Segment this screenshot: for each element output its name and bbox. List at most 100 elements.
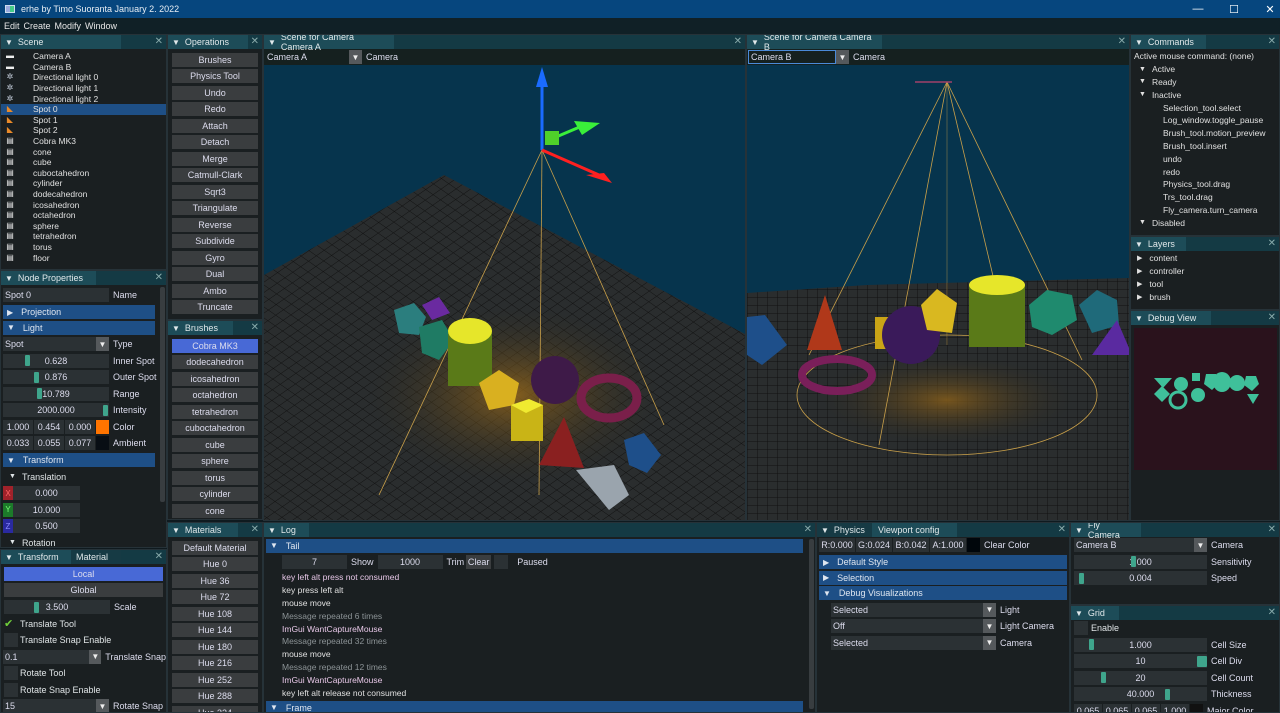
ops-button[interactable]: Dual: [172, 267, 258, 281]
ops-button[interactable]: Triangulate: [172, 201, 258, 215]
scene-item[interactable]: ▤ cube: [1, 157, 166, 168]
clear-color-a[interactable]: A:1.000: [930, 538, 966, 553]
command-item[interactable]: Brush_tool.insert: [1134, 140, 1279, 153]
close-icon[interactable]: ✕: [1268, 237, 1276, 251]
clear-button[interactable]: Clear: [466, 555, 492, 570]
brush-button[interactable]: Cobra MK3: [172, 338, 258, 353]
close-icon[interactable]: ✕: [1118, 35, 1126, 49]
brush-button[interactable]: cone: [172, 503, 258, 518]
command-item[interactable]: redo: [1134, 165, 1279, 178]
scene-item[interactable]: ✲ Directional light 2: [1, 93, 166, 104]
slider-grab[interactable]: [1165, 688, 1170, 700]
mat-button[interactable]: Hue 144: [172, 623, 258, 637]
scene-item[interactable]: ✲ Directional light 1: [1, 83, 166, 94]
ambient-g-input[interactable]: 0.055: [34, 436, 64, 451]
fly-camera-select[interactable]: Camera B: [1074, 538, 1194, 553]
light-type-select[interactable]: Spot: [3, 337, 96, 352]
color-swatch[interactable]: [96, 419, 109, 434]
translate-snap-select[interactable]: 0.1: [3, 649, 90, 664]
collapse-icon[interactable]: ▼: [172, 526, 180, 535]
mat-button[interactable]: Hue 180: [172, 639, 258, 654]
ops-button[interactable]: Attach: [172, 118, 258, 133]
ambient-b-input[interactable]: 0.077: [65, 436, 95, 451]
ops-button[interactable]: Subdivide: [172, 234, 258, 248]
transform-gizmo[interactable]: [536, 67, 612, 183]
speed-slider[interactable]: 0.004: [1074, 571, 1207, 586]
global-button[interactable]: Global: [4, 583, 163, 597]
cell-div-slider[interactable]: 10: [1074, 654, 1207, 669]
mat-button[interactable]: Hue 0: [172, 557, 258, 571]
command-item[interactable]: Selection_tool.select: [1134, 101, 1279, 114]
sensitivity-slider[interactable]: 1.000: [1074, 554, 1207, 569]
brush-button[interactable]: cuboctahedron: [172, 421, 258, 435]
slider-grab[interactable]: [1131, 556, 1136, 568]
cell-size-slider[interactable]: 1.000: [1074, 637, 1207, 652]
layer-item[interactable]: ▶ tool: [1137, 278, 1279, 291]
commands-group-active[interactable]: ▼ Active: [1134, 63, 1279, 76]
close-icon[interactable]: ✕: [251, 35, 259, 49]
grid-enable-checkbox[interactable]: [1074, 621, 1088, 636]
close-icon[interactable]: ✕: [804, 523, 812, 537]
color-b-input[interactable]: 0.000: [65, 419, 95, 434]
menu-create[interactable]: Create: [24, 21, 51, 31]
clear-color-b[interactable]: B:0.042: [893, 538, 929, 553]
slider-grab[interactable]: [1089, 639, 1094, 651]
scene-item[interactable]: ▤ icosahedron: [1, 199, 166, 210]
collapse-icon[interactable]: ▼: [1075, 609, 1083, 618]
transform-header[interactable]: ▼ Transform: [3, 453, 155, 467]
mat-button[interactable]: Hue 252: [172, 672, 258, 687]
scene-item[interactable]: ▤ cuboctahedron: [1, 168, 166, 179]
close-icon[interactable]: ✕: [251, 523, 259, 537]
scene-item[interactable]: ▤ floor: [1, 252, 166, 263]
log-tab[interactable]: ▼ Log: [264, 523, 309, 537]
close-icon[interactable]: ✕: [1268, 311, 1276, 325]
frame-header[interactable]: ▼ Frame: [266, 700, 803, 712]
brush-button[interactable]: cylinder: [172, 487, 258, 501]
local-button[interactable]: Local: [4, 567, 163, 581]
collapse-icon[interactable]: ▼: [1135, 38, 1143, 47]
major-color-swatch[interactable]: [1190, 703, 1203, 712]
rotate-snap-checkbox[interactable]: [4, 682, 18, 697]
name-input[interactable]: Spot 0: [3, 288, 109, 303]
brush-button[interactable]: cube: [172, 437, 258, 452]
mat-button[interactable]: Default Material: [172, 540, 258, 555]
clear-color-swatch[interactable]: [967, 538, 980, 553]
commands-group-inactive[interactable]: ▼ Inactive: [1134, 88, 1279, 101]
brush-button[interactable]: torus: [172, 470, 258, 485]
maximize-button[interactable]: ☐: [1214, 0, 1254, 18]
layers-tab[interactable]: ▼ Layers: [1131, 237, 1186, 251]
debug-visualizations-header[interactable]: ▼ Debug Visualizations: [819, 586, 1067, 600]
scene-item[interactable]: ▤ octahedron: [1, 210, 166, 221]
command-item[interactable]: undo: [1134, 152, 1279, 165]
clear-color-g[interactable]: G:0.024: [856, 538, 892, 553]
collapse-icon[interactable]: ▼: [1075, 526, 1083, 535]
menu-edit[interactable]: Edit: [4, 21, 20, 31]
command-item[interactable]: Brush_tool.motion_preview: [1134, 127, 1279, 140]
viewport-a-canvas[interactable]: [264, 65, 746, 521]
materials-tab[interactable]: ▼ Materials: [168, 523, 238, 537]
slider-grab[interactable]: [34, 371, 39, 383]
debug-view-tab[interactable]: ▼ Debug View: [1131, 311, 1211, 325]
close-icon[interactable]: ✕: [1058, 523, 1066, 537]
default-style-header[interactable]: ▶ Default Style: [819, 555, 1067, 569]
projection-header[interactable]: ▶ Projection: [3, 305, 155, 319]
range-slider[interactable]: 10.789: [3, 386, 109, 401]
mat-button[interactable]: Hue 72: [172, 590, 258, 604]
brush-button[interactable]: octahedron: [172, 388, 258, 402]
rotate-snap-select[interactable]: 15: [3, 699, 96, 712]
node-properties-tab[interactable]: ▼ Node Properties: [1, 271, 96, 285]
dropdown-arrow-icon[interactable]: ▼: [983, 635, 996, 650]
thickness-slider[interactable]: 40.000: [1074, 687, 1207, 702]
layer-item[interactable]: ▶ content: [1137, 252, 1279, 265]
viewport-b-canvas[interactable]: [747, 65, 1130, 521]
close-icon[interactable]: ✕: [155, 550, 163, 564]
scene-item[interactable]: ◣ Spot 0: [1, 103, 166, 115]
collapse-icon[interactable]: ▼: [751, 38, 759, 47]
viewport-b-tab[interactable]: ▼ Scene for Camera Camera B: [747, 35, 882, 52]
brush-button[interactable]: dodecahedron: [172, 355, 258, 369]
rotate-tool-checkbox[interactable]: [4, 666, 18, 681]
color-g-input[interactable]: 0.454: [34, 419, 64, 434]
close-icon[interactable]: ✕: [1268, 606, 1276, 620]
collapse-icon[interactable]: ▼: [172, 38, 180, 47]
color-r-input[interactable]: 1.000: [3, 419, 33, 434]
